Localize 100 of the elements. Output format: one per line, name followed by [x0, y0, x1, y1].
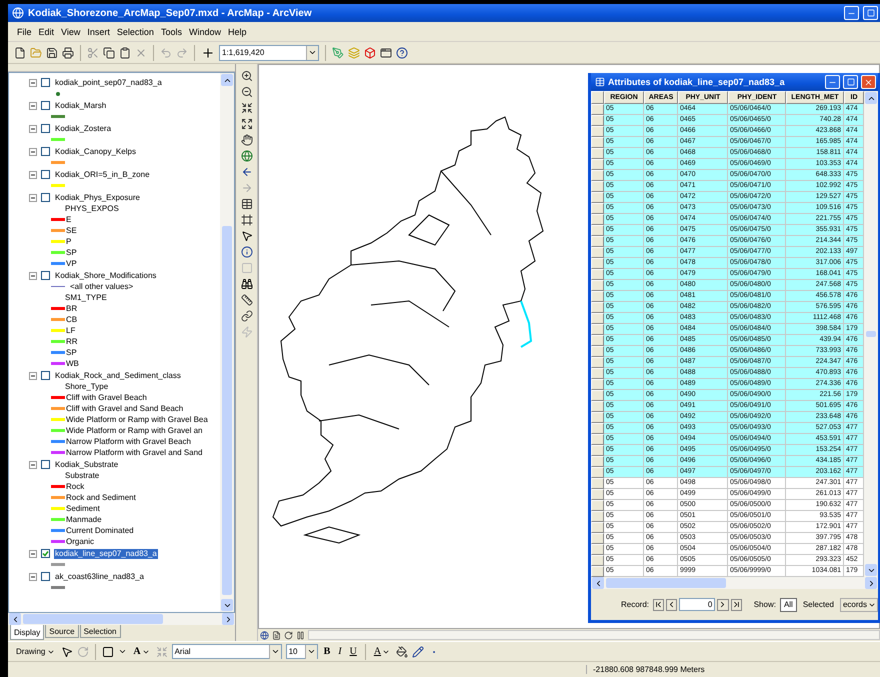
row-selector[interactable]: [591, 412, 604, 423]
horizontal-scrollbar[interactable]: [308, 630, 880, 640]
scroll-left-button[interactable]: [592, 577, 604, 589]
hyperlink-icon[interactable]: [240, 310, 252, 322]
row-selector[interactable]: [591, 291, 604, 302]
layer-checkbox[interactable]: [41, 371, 50, 380]
collapse-icon[interactable]: [29, 572, 37, 580]
line-color-icon[interactable]: [412, 646, 424, 658]
layer-checkbox[interactable]: [41, 170, 50, 179]
bold-button[interactable]: B: [322, 646, 332, 657]
scroll-down-button[interactable]: [865, 564, 877, 576]
menu-item[interactable]: Selection: [114, 24, 157, 38]
layer-name[interactable]: Kodiak_Canopy_Kelps: [54, 146, 137, 156]
scroll-right-button[interactable]: [222, 613, 234, 625]
data-view-icon[interactable]: [260, 630, 269, 640]
first-record-button[interactable]: [653, 598, 664, 610]
row-selector[interactable]: [591, 533, 604, 544]
row-selector[interactable]: [591, 368, 604, 379]
paste-icon[interactable]: [119, 46, 131, 58]
close-button[interactable]: [861, 75, 876, 89]
layer-checkbox[interactable]: [41, 549, 50, 558]
row-selector[interactable]: [591, 214, 604, 225]
help-icon[interactable]: [396, 46, 408, 58]
scroll-up-button[interactable]: [221, 74, 233, 86]
drawing-menu-button[interactable]: Drawing: [14, 647, 58, 656]
maximize-button[interactable]: [843, 75, 858, 89]
row-selector[interactable]: [591, 357, 604, 368]
row-selector[interactable]: [591, 159, 604, 170]
row-selector[interactable]: [591, 423, 604, 434]
font-color-button[interactable]: A: [372, 646, 392, 657]
layer-name[interactable]: Kodiak_Marsh: [54, 100, 108, 110]
row-selector[interactable]: [591, 522, 604, 533]
layer-checkbox[interactable]: [41, 101, 50, 110]
layer-name[interactable]: kodiak_point_sep07_nad83_a: [54, 78, 163, 88]
window-icon[interactable]: [380, 46, 392, 58]
row-selector[interactable]: [591, 137, 604, 148]
row-selector[interactable]: [591, 379, 604, 390]
row-selector[interactable]: [591, 115, 604, 126]
italic-button[interactable]: I: [336, 646, 344, 657]
zoom-out-icon[interactable]: [240, 86, 252, 98]
row-selector[interactable]: [591, 478, 604, 489]
row-selector[interactable]: [591, 434, 604, 445]
new-file-icon[interactable]: [14, 46, 26, 58]
panel-tab[interactable]: Selection: [80, 625, 121, 638]
refresh-icon[interactable]: [284, 630, 293, 640]
pointer-icon[interactable]: [240, 230, 252, 242]
collapse-icon[interactable]: [29, 372, 37, 380]
row-selector[interactable]: [591, 511, 604, 522]
select-all-corner[interactable]: [591, 91, 604, 104]
collapse-icon[interactable]: [29, 460, 37, 468]
dropdown-button[interactable]: [306, 46, 318, 60]
scroll-right-button[interactable]: [865, 577, 877, 589]
row-selector[interactable]: [591, 313, 604, 324]
menu-item[interactable]: Tools: [158, 24, 185, 38]
scrollbar-thumb[interactable]: [866, 331, 876, 337]
full-extent-icon[interactable]: [240, 150, 252, 162]
save-icon[interactable]: [46, 46, 58, 58]
row-selector[interactable]: [591, 544, 604, 555]
collapse-icon[interactable]: [29, 550, 37, 558]
row-selector[interactable]: [591, 280, 604, 291]
select-features-icon[interactable]: [240, 198, 252, 210]
layer-checkbox[interactable]: [41, 193, 50, 202]
row-selector[interactable]: [591, 269, 604, 280]
row-selector[interactable]: [591, 467, 604, 478]
row-selector[interactable]: [591, 192, 604, 203]
map-canvas[interactable]: [258, 64, 880, 629]
layer-name[interactable]: Kodiak_ORI=5_in_B_zone: [54, 170, 151, 180]
layer-checkbox[interactable]: [41, 460, 50, 469]
measure-icon[interactable]: [240, 294, 252, 306]
layer-name[interactable]: Kodiak_Substrate: [54, 460, 120, 470]
clear-selection-icon[interactable]: [240, 214, 252, 226]
panel-tab[interactable]: Display: [10, 625, 44, 640]
layer-name[interactable]: Kodiak_Zostera: [54, 124, 112, 134]
menu-item[interactable]: Help: [224, 24, 250, 38]
copy-icon[interactable]: [103, 46, 115, 58]
row-selector[interactable]: [591, 148, 604, 159]
menu-item[interactable]: Edit: [36, 24, 58, 38]
pan-icon[interactable]: [240, 134, 252, 146]
scrollbar-thumb[interactable]: [606, 578, 726, 588]
identify-icon[interactable]: [240, 246, 252, 258]
caret-icon[interactable]: [118, 647, 128, 656]
row-selector[interactable]: [591, 225, 604, 236]
row-selector[interactable]: [591, 489, 604, 500]
collapse-icon[interactable]: [29, 170, 37, 178]
toolbox-icon[interactable]: [364, 46, 376, 58]
row-selector[interactable]: [591, 302, 604, 313]
row-selector[interactable]: [591, 104, 604, 115]
row-selector[interactable]: [591, 401, 604, 412]
minimize-button[interactable]: [844, 6, 859, 20]
menu-item[interactable]: Window: [186, 24, 224, 38]
rectangle-icon[interactable]: [102, 646, 114, 658]
collapse-icon[interactable]: [29, 78, 37, 86]
row-selector[interactable]: [591, 324, 604, 335]
layer-name[interactable]: Kodiak_Shore_Modifications: [54, 270, 158, 280]
options-menu-button[interactable]: ecords: [840, 598, 878, 612]
layer-checkbox[interactable]: [41, 271, 50, 280]
row-selector[interactable]: [591, 170, 604, 181]
row-selector[interactable]: [591, 445, 604, 456]
font-size-field[interactable]: 10: [286, 644, 318, 659]
layer-checkbox[interactable]: [41, 572, 50, 581]
